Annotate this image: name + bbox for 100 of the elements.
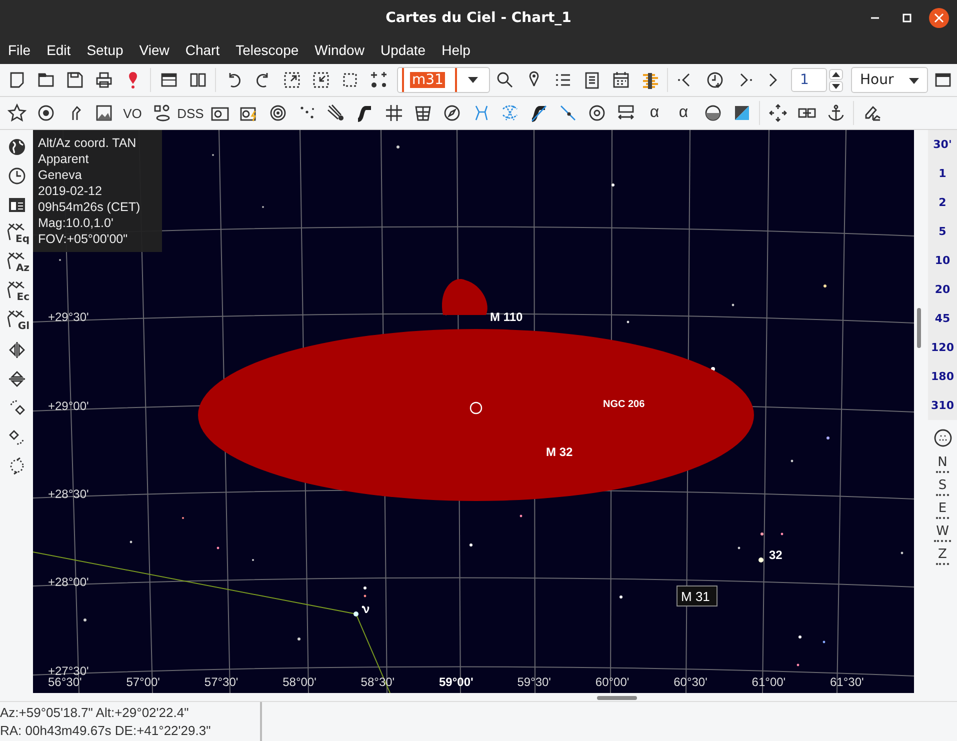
clock-icon[interactable]: [704, 70, 724, 90]
info-text: 09h54m26s (CET): [38, 199, 142, 215]
menu-item[interactable]: Edit: [38, 42, 79, 58]
grid-icon[interactable]: [384, 103, 404, 123]
toolbar-button[interactable]: α: [650, 104, 660, 122]
menu-item[interactable]: Window: [306, 42, 372, 58]
menu-item[interactable]: File: [0, 42, 39, 58]
compass-icon[interactable]: [442, 103, 462, 123]
status-text: Az:+59°05'18.7" Alt:+29°02'22.4": [0, 704, 190, 722]
menu-item[interactable]: Chart: [177, 42, 228, 58]
orientation-button[interactable]: E: [936, 501, 949, 519]
info-text: Apparent: [38, 151, 90, 167]
search-icon[interactable]: [494, 70, 514, 90]
grid-label: 59°30': [517, 675, 551, 689]
flip-horizontal-icon[interactable]: [6, 340, 26, 360]
zoom-level-button[interactable]: 120: [931, 333, 954, 362]
object-label: M 32: [546, 445, 573, 459]
info-text: Geneva: [38, 167, 83, 183]
grid-label: +27°30': [48, 664, 89, 678]
scrollbar-thumb[interactable]: [917, 308, 921, 348]
grid-label: 57°00': [126, 675, 160, 689]
zoom-level-button[interactable]: 180: [931, 362, 954, 391]
window-title: Cartes du Ciel - Chart_1: [386, 10, 572, 26]
search-field[interactable]: m31: [397, 67, 490, 93]
spin-down-button[interactable]: [829, 80, 843, 92]
calendar-icon[interactable]: [610, 70, 630, 90]
info-text: FOV:+05°00'00": [38, 231, 129, 247]
star-icon[interactable]: [6, 103, 26, 123]
grid-toggle-button[interactable]: Ec: [4, 279, 30, 304]
grid-label: +28°00': [48, 575, 89, 589]
target-icon[interactable]: [268, 103, 288, 123]
grid-label: +29°30': [48, 310, 89, 324]
circle-icon[interactable]: [586, 103, 606, 123]
zoom-level-button[interactable]: 1: [938, 159, 946, 188]
grid-label: 60°00': [595, 675, 630, 689]
grid-label: 58°00': [282, 675, 316, 689]
spin-up-button[interactable]: [829, 68, 843, 80]
globe-icon[interactable]: [6, 136, 26, 156]
move-arrows-icon[interactable]: [768, 103, 788, 123]
cross-icon[interactable]: [934, 13, 944, 23]
printer-icon[interactable]: [94, 70, 114, 90]
menu-item[interactable]: Help: [434, 42, 478, 58]
info-text: Mag:10.0,1.0': [38, 215, 114, 231]
orientation-button[interactable]: N: [936, 455, 950, 473]
toolbar-button[interactable]: VO: [123, 106, 142, 120]
toolbar-button[interactable]: DSS: [177, 106, 204, 120]
grid-label: +28°30': [48, 487, 89, 501]
unit-dropdown[interactable]: Hour: [851, 67, 928, 93]
target-marker: [470, 402, 482, 414]
flip-vertical-icon[interactable]: [6, 368, 26, 388]
grid-label: 60°30': [674, 675, 708, 689]
curve-line-icon[interactable]: [528, 103, 548, 123]
image-icon[interactable]: [94, 103, 114, 123]
status-text: RA: 00h43m49.67s DE:+41°22'29.3": [0, 722, 212, 740]
shapes-icon[interactable]: [152, 103, 172, 123]
object-label: NGC 206: [603, 399, 645, 410]
menu-item[interactable]: Setup: [78, 42, 132, 58]
line-icon[interactable]: [558, 103, 578, 123]
number-field[interactable]: 1: [791, 68, 827, 92]
zoom-level-button[interactable]: 2: [938, 188, 946, 217]
clock-icon[interactable]: [6, 166, 26, 186]
grid-toggle-button[interactable]: Az: [4, 250, 30, 275]
anchor-icon[interactable]: [826, 103, 846, 123]
comet-icon[interactable]: [326, 103, 346, 123]
close-button[interactable]: [929, 8, 949, 28]
selected-object-label: M 31: [676, 586, 718, 606]
scrollbar-thumb[interactable]: [597, 696, 637, 700]
grid-toggle-button[interactable]: Gl: [4, 308, 30, 333]
zoom-level-button[interactable]: 10: [934, 246, 950, 275]
orientation-button[interactable]: Z: [936, 547, 949, 565]
info-text: 2019-02-12: [38, 183, 103, 199]
grid-label: 61°00': [752, 675, 786, 689]
caret-down-icon[interactable]: [832, 84, 840, 88]
zoom-level-button[interactable]: 5: [938, 217, 946, 246]
zoom-level-button[interactable]: 20: [934, 275, 950, 304]
zoom-level-button[interactable]: 310: [931, 391, 954, 420]
half-circle-icon[interactable]: [702, 103, 722, 123]
menu-item[interactable]: Telescope: [228, 42, 307, 58]
object-label: M 110: [490, 310, 523, 324]
grid-label: +29°00': [48, 399, 89, 413]
save-icon[interactable]: [64, 70, 84, 90]
menu-item[interactable]: View: [131, 42, 178, 58]
caret-icon[interactable]: [909, 78, 919, 84]
menu-item[interactable]: Update: [372, 42, 434, 58]
object-label: 32: [769, 548, 782, 562]
caret-icon[interactable]: [468, 77, 478, 83]
zoom-level-button[interactable]: 45: [934, 304, 950, 333]
zoom-level-button[interactable]: 30': [933, 130, 952, 159]
orientation-button[interactable]: W: [934, 524, 951, 542]
zoom-out-icon[interactable]: [310, 70, 330, 90]
grid-label: 57°30': [204, 675, 238, 689]
zoom-in-icon[interactable]: [282, 70, 302, 90]
toolbar-button[interactable]: α: [678, 104, 688, 122]
dotted-circle-icon[interactable]: [932, 428, 952, 448]
grid-toggle-button[interactable]: Eq: [4, 221, 30, 246]
grid-label: 61°30': [830, 675, 864, 689]
grid-label: 56°30': [48, 675, 82, 689]
orientation-button[interactable]: S: [936, 478, 949, 496]
stars-icon[interactable]: [368, 70, 388, 90]
caret-up-icon[interactable]: [832, 72, 840, 76]
